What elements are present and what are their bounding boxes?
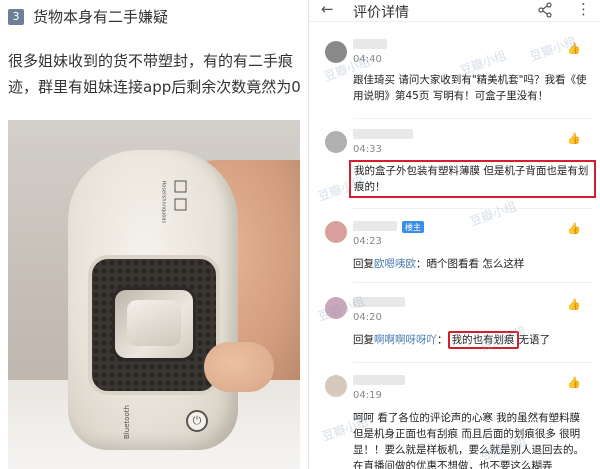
watermark: 豆瓣小组 <box>468 199 519 229</box>
article-paragraph: 很多姐妹收到的货不带塑封，有的有二手痕迹，群里有姐妹连接app后剩余次数竟然为0 <box>8 52 301 96</box>
username-blurred <box>353 221 397 231</box>
reply-text: 回复欧嗯咦欧：晒个图看看 怎么这样 <box>353 258 525 270</box>
reply-username-link[interactable]: 欧嗯咦欧 <box>374 258 416 270</box>
device-brand-text: Hoseilshnnqubas <box>160 180 167 224</box>
comment-time: 04:19 <box>353 390 382 401</box>
power-icon: ⏻ <box>186 410 208 432</box>
comment-time: 04:20 <box>353 312 382 323</box>
review-detail-screen: ← 评价详情 ⋮ 04:40 👍 跟佳琦买 请问大家收到有"精美机套"吗？我看《… <box>308 0 600 469</box>
thumb-up-icon[interactable]: 👍 <box>567 222 581 235</box>
device-label: Hoseilshnnqubas <box>106 173 191 253</box>
comment-time: 04:40 <box>353 54 382 65</box>
username-blurred <box>353 375 405 385</box>
device-lamp-window <box>112 287 196 361</box>
owner-badge: 楼主 <box>402 221 424 233</box>
highlighted-comment-text: 我的盒子外包装有塑料薄膜 但是机子背面也是有划痕的！ <box>349 160 596 198</box>
comment-time: 04:23 <box>353 236 382 247</box>
product-photo: Hoseilshnnqubas Bluetooth ⏻ <box>8 120 300 469</box>
reply-username-link[interactable]: 啊啊啊呀呀吖 <box>374 334 437 346</box>
top-bar: ← 评价详情 ⋮ <box>309 0 600 22</box>
more-vertical-icon[interactable]: ⋮ <box>576 0 591 18</box>
thumb-up-icon[interactable]: 👍 <box>567 42 581 55</box>
share-icon[interactable] <box>537 2 553 18</box>
avatar[interactable] <box>325 221 347 243</box>
comment-text: 呵呵 看了各位的评论声的心寒 我的虽然有塑料膜 但是机身正面也有刮痕 而且后面的… <box>353 412 584 469</box>
username-blurred <box>353 297 405 307</box>
back-arrow-icon[interactable]: ← <box>321 0 334 18</box>
avatar[interactable] <box>325 131 347 153</box>
reply-text: 回复啊啊啊呀呀吖： 我的也有划痕 无语了 <box>353 331 593 349</box>
bluetooth-label: Bluetooth <box>122 405 131 439</box>
avatar[interactable] <box>325 375 347 397</box>
avatar[interactable] <box>325 41 347 63</box>
article-panel: 3 货物本身有二手嫌疑 很多姐妹收到的货不带塑封，有的有二手痕迹，群里有姐妹连接… <box>0 0 308 469</box>
recycle-bin-icon <box>174 180 187 193</box>
username-blurred <box>353 129 413 139</box>
section-title: 货物本身有二手嫌疑 <box>33 8 169 26</box>
hair-removal-device-image: Hoseilshnnqubas Bluetooth ⏻ <box>68 150 238 450</box>
comment-text: 跟佳琦买 请问大家收到有"精美机套"吗？我看《使用说明》第45页 写明有！可盒子… <box>353 74 587 102</box>
thumb-image <box>204 342 274 392</box>
thumb-up-icon[interactable]: 👍 <box>567 376 581 389</box>
thumb-up-icon[interactable]: 👍 <box>567 298 581 311</box>
username-blurred <box>353 39 387 49</box>
comment-time: 04:33 <box>353 144 382 155</box>
section-heading: 3 货物本身有二手嫌疑 <box>8 6 168 27</box>
highlighted-text: 我的也有划痕 <box>447 331 519 349</box>
certification-icon <box>174 198 187 211</box>
avatar[interactable] <box>325 297 347 319</box>
step-number-badge: 3 <box>8 8 24 25</box>
thumb-up-icon[interactable]: 👍 <box>567 132 581 145</box>
page-title: 评价详情 <box>353 5 409 21</box>
